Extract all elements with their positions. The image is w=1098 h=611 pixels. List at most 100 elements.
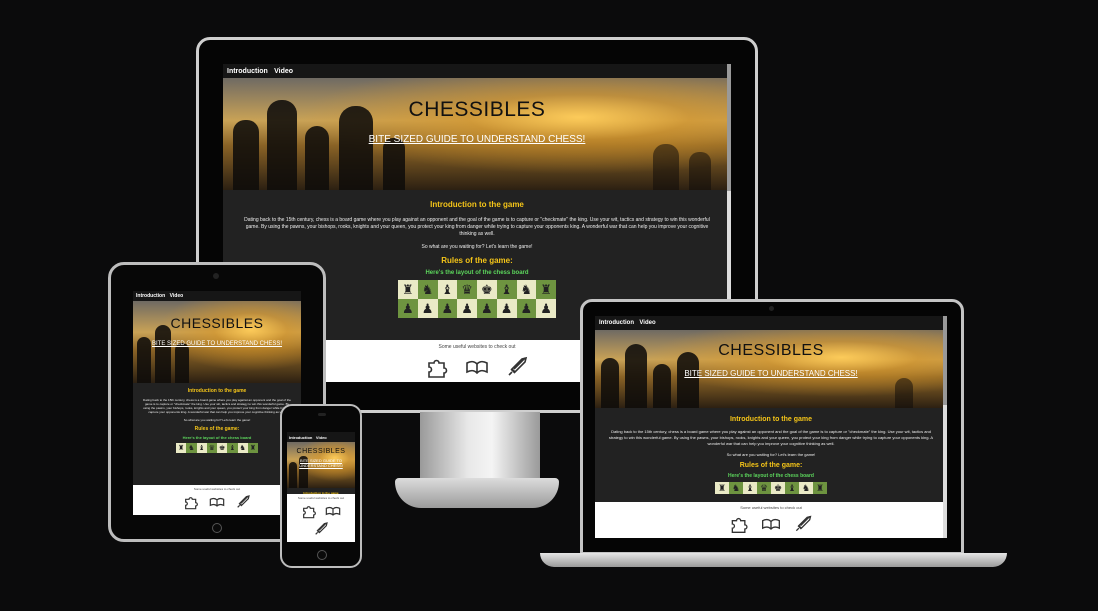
board-square: ♛	[757, 482, 771, 494]
footer-icons	[287, 503, 355, 519]
sword-icon[interactable]	[505, 355, 529, 379]
board-square: ♜	[398, 280, 418, 299]
phone-site: Introduction Video CHESSIBLES BITE SIZED…	[287, 432, 355, 542]
laptop-frame: Introduction Video CHESSIBLES BITE SIZED…	[580, 299, 964, 555]
sword-icon[interactable]	[793, 514, 813, 534]
book-icon[interactable]	[325, 503, 341, 519]
monitor-stand-base	[395, 478, 559, 508]
nav-link-introduction[interactable]: Introduction	[136, 293, 165, 299]
nav-bar: Introduction Video	[595, 316, 947, 330]
board-square: ♟	[477, 299, 497, 318]
board-square: ♛	[457, 280, 477, 299]
footer-icons-row-2	[287, 521, 355, 537]
site-tagline[interactable]: BITE SIZED GUIDE TO UNDERSTAND CHESS!	[133, 341, 301, 347]
board-square: ♜	[247, 443, 258, 453]
nav-bar: Introduction Video	[133, 291, 301, 301]
board-square: ♟	[496, 299, 517, 318]
site-title: CHESSIBLES	[408, 98, 546, 121]
footer-text: Some useful websites to check out	[193, 487, 241, 491]
site-tagline[interactable]: BITE SIZED GUIDE TO UNDERSTAND CHESS!	[595, 369, 947, 378]
site-title: CHESSIBLES	[296, 448, 346, 455]
board-square: ♞	[417, 280, 438, 299]
nav-link-video[interactable]: Video	[170, 293, 184, 299]
board-square: ♟	[417, 299, 438, 318]
nav-link-introduction[interactable]: Introduction	[289, 435, 312, 440]
site-title: CHESSIBLES	[718, 342, 824, 359]
rules-heading: Rules of the game:	[194, 426, 240, 432]
puzzle-icon[interactable]	[425, 355, 449, 379]
sword-icon[interactable]	[313, 521, 329, 537]
site-footer: Some useful websites to check out	[595, 502, 947, 538]
nav-link-video[interactable]: Video	[639, 320, 655, 326]
board-square: ♞	[799, 482, 813, 494]
scrollbar[interactable]	[943, 316, 947, 538]
board-square: ♟	[398, 299, 418, 318]
site-footer: Some useful websites to check out	[287, 494, 355, 542]
puzzle-icon[interactable]	[183, 494, 199, 510]
book-icon[interactable]	[209, 494, 225, 510]
puzzle-icon[interactable]	[301, 503, 317, 519]
intro-heading: Introduction to the game	[187, 388, 247, 394]
board-square: ♝	[196, 443, 207, 453]
nav-bar: Introduction Video	[223, 64, 731, 78]
board-square: ♟	[536, 299, 556, 318]
book-icon[interactable]	[761, 514, 781, 534]
board-square: ♟	[516, 299, 537, 318]
footer-icons	[133, 494, 301, 510]
monitor-stand-neck	[420, 412, 540, 478]
board-square: ♝	[227, 443, 238, 453]
board-square: ♞	[516, 280, 537, 299]
board-square: ♝	[785, 482, 799, 494]
intro-text: Dating back to the 15th century, chess i…	[608, 429, 934, 446]
cta-text: So what are you waiting for? Let's learn…	[726, 452, 816, 457]
chess-board: ♜ ♞ ♝ ♛ ♚ ♝ ♞ ♜	[715, 482, 827, 494]
board-square: ♜	[715, 482, 729, 494]
footer-text: Some useful websites to check out	[297, 496, 345, 500]
board-square: ♟	[457, 299, 477, 318]
board-square: ♜	[176, 443, 187, 453]
hero-banner: CHESSIBLES BITE SIZED GUIDE TO UNDERSTAN…	[595, 330, 947, 408]
layout-heading: Here's the layout of the chess board	[728, 473, 814, 479]
nav-link-video[interactable]: Video	[316, 435, 327, 440]
board-square: ♟	[437, 299, 458, 318]
book-icon[interactable]	[465, 355, 489, 379]
chess-board: ♜ ♞ ♝ ♛ ♚ ♝ ♞ ♜ ♟ ♟ ♟ ♟ ♟ ♟ ♟ ♟	[398, 280, 556, 318]
cta-text: So what are you waiting for? Let's learn…	[183, 418, 251, 422]
intro-text: Dating back to the 15th century, chess i…	[143, 398, 291, 414]
puzzle-icon[interactable]	[729, 514, 749, 534]
tablet-site: Introduction Video CHESSIBLES BITE SIZED…	[133, 291, 301, 515]
hero-banner: CHESSIBLES BITE SIZED GUIDE TO UNDERSTAN…	[133, 301, 301, 383]
site-tagline[interactable]: BITE SIZED GUIDE TO UNDERSTAND CHESS!	[287, 458, 355, 468]
nav-link-video[interactable]: Video	[274, 68, 293, 75]
hero-banner: CHESSIBLES BITE SIZED GUIDE TO UNDERSTAN…	[223, 78, 731, 190]
laptop-base	[540, 553, 1007, 567]
cta-text: So what are you waiting for? Let's learn…	[421, 244, 533, 250]
intro-heading: Introduction to the game	[430, 200, 524, 209]
nav-bar: Introduction Video	[287, 432, 355, 442]
layout-heading: Here's the layout of the chess board	[182, 435, 252, 440]
sword-icon[interactable]	[235, 494, 251, 510]
board-square: ♜	[813, 482, 827, 494]
hero-banner: CHESSIBLES BITE SIZED GUIDE TO UNDERSTAN…	[287, 442, 355, 488]
board-square: ♜	[536, 280, 556, 299]
nav-link-introduction[interactable]: Introduction	[227, 68, 268, 75]
rules-heading: Rules of the game:	[739, 462, 803, 469]
footer-icons	[595, 514, 947, 534]
phone-frame: Introduction Video CHESSIBLES BITE SIZED…	[280, 404, 362, 568]
site-footer: Some useful websites to check out	[133, 485, 301, 515]
footer-text: Some useful websites to check out	[740, 505, 802, 510]
site-title: CHESSIBLES	[170, 315, 264, 331]
laptop-site: Introduction Video CHESSIBLES BITE SIZED…	[595, 316, 947, 538]
intro-heading: Introduction to the game	[729, 416, 813, 423]
board-square: ♞	[729, 482, 743, 494]
intro-text: Dating back to the 15th century, chess i…	[244, 217, 710, 237]
board-square: ♝	[496, 280, 517, 299]
board-square: ♞	[237, 443, 248, 453]
board-square: ♚	[771, 482, 785, 494]
board-square: ♚	[217, 443, 228, 453]
nav-link-introduction[interactable]: Introduction	[599, 320, 634, 326]
board-square: ♝	[743, 482, 757, 494]
site-tagline[interactable]: BITE SIZED GUIDE TO UNDERSTAND CHESS!	[223, 134, 731, 145]
board-square: ♚	[477, 280, 497, 299]
board-square: ♛	[206, 443, 217, 453]
